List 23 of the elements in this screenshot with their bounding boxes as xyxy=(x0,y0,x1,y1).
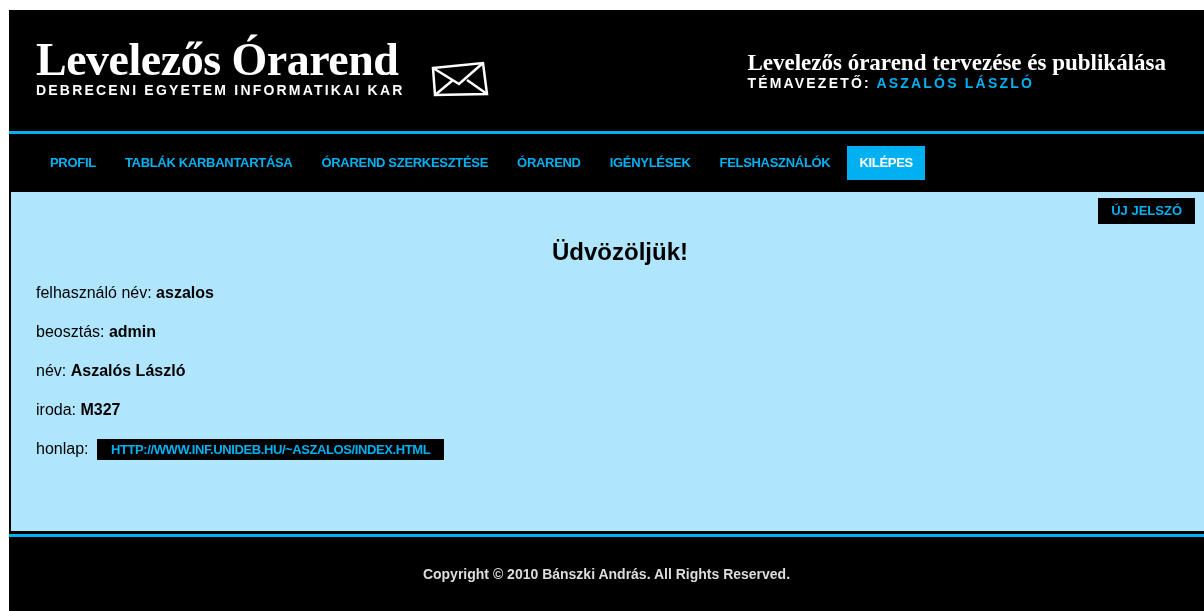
field-label: beosztás: xyxy=(36,322,105,340)
field-label: honlap: xyxy=(36,439,89,457)
field-value: aszalos xyxy=(156,283,214,301)
nav-link[interactable]: ÓRAREND xyxy=(505,146,593,180)
homepage-link[interactable]: HTTP://WWW.INF.UNIDEB.HU/~ASZALOS/INDEX.HTML xyxy=(96,438,445,460)
project-title: Levelezős órarend tervezése és publikálása xyxy=(747,51,1166,75)
supervisor-label: TÉMAVEZETŐ: xyxy=(747,75,871,91)
nav-link[interactable]: FELSHASZNÁLÓK xyxy=(707,146,843,180)
supervisor-name: ASZALÓS LÁSZLÓ xyxy=(876,75,1035,91)
field-label: név: xyxy=(36,361,67,379)
field-label: felhasználó név: xyxy=(36,283,152,301)
welcome-heading: Üdvözöljük! xyxy=(552,238,688,267)
nav-link[interactable]: ÓRAREND SZERKESZTÉSE xyxy=(309,146,501,180)
field-value: admin xyxy=(108,322,157,340)
site-subtitle: DEBRECENI EGYETEM INFORMATIKAI KAR xyxy=(36,82,405,98)
nav-link[interactable]: IGÉNYLÉSEK xyxy=(597,146,703,180)
nav-link[interactable]: TABLÁK KARBANTARTÁSA xyxy=(112,146,305,180)
field-label: iroda: xyxy=(36,400,77,418)
field-value: Aszalós László xyxy=(70,361,186,379)
nav-link[interactable]: PROFIL xyxy=(38,146,108,180)
field-value: M327 xyxy=(80,400,121,418)
copyright-text: Copyright © 2010 Bánszki András. All Rights Reserved. xyxy=(422,564,791,584)
new-password-button[interactable]: ÚJ JELSZÓ xyxy=(1098,198,1195,224)
